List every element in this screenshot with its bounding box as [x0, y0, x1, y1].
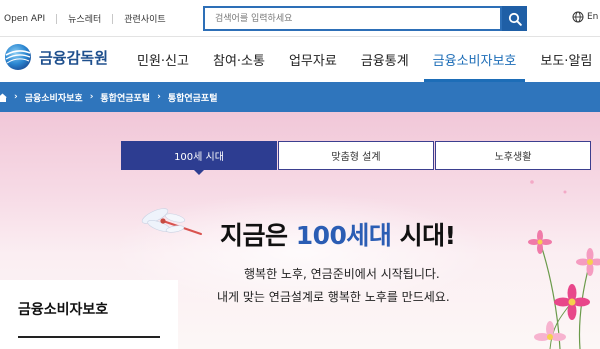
chevron-right-icon: › — [14, 92, 18, 102]
globe-icon — [572, 11, 584, 23]
utility-bar: Open API 뉴스레터 관련사이트 En — [0, 0, 600, 37]
dragonfly-icon — [141, 208, 202, 235]
nav-item-work-data[interactable]: 업무자료 — [280, 37, 346, 82]
sidebar-title: 금융소비자보호 — [18, 302, 109, 318]
nav-item-press[interactable]: 보도·알림 — [531, 37, 600, 82]
nav-item-complaints[interactable]: 민원·신고 — [128, 37, 198, 82]
search-box — [203, 6, 502, 31]
breadcrumb-bar: › 금융소비자보호 › 통합연금포털 › 통합연금포털 — [0, 82, 600, 112]
nav-item-participation[interactable]: 참여·소통 — [204, 37, 274, 82]
open-api-link[interactable]: Open API — [4, 14, 56, 24]
home-link[interactable] — [0, 93, 7, 102]
search-button[interactable] — [502, 6, 527, 31]
chevron-right-icon: › — [157, 92, 161, 102]
language-label: En — [587, 12, 599, 22]
hero-headline: 지금은 100세대 시대! — [220, 216, 456, 252]
site-header: 금융감독원 민원·신고 참여·소통 업무자료 금융통계 금융소비자보호 보도·알… — [0, 37, 600, 82]
sidebar-title-underline — [18, 336, 160, 338]
hero-subtitle-line2: 내게 맞는 연금설계로 행복한 노후를 만드세요. — [217, 290, 450, 304]
tab-custom-design[interactable]: 맞춤형 설계 — [278, 141, 434, 170]
chevron-right-icon: › — [89, 92, 94, 102]
cosmos-flowers-icon — [528, 180, 600, 349]
tab-100-years[interactable]: 100세 시대 — [121, 141, 277, 175]
hero-banner: 100세 시대 맞춤형 설계 노후생활 지금은 100세대 시대! 행복한 노후… — [0, 112, 600, 349]
language-selector[interactable]: En — [572, 11, 598, 23]
hero-subtitle-line1: 행복한 노후, 연금준비에서 시작됩니다. — [244, 267, 440, 281]
fss-logo-icon — [5, 44, 31, 70]
headline-post: 시대! — [391, 221, 456, 250]
newsletter-link[interactable]: 뉴스레터 — [57, 12, 112, 25]
utility-links: Open API 뉴스레터 관련사이트 — [4, 12, 177, 25]
site-logo[interactable]: 금융감독원 — [3, 42, 108, 72]
nav-item-consumer-protection[interactable]: 금융소비자보호 — [423, 37, 526, 82]
breadcrumb: › 금융소비자보호 › 통합연금포털 › 통합연금포털 — [0, 82, 218, 112]
headline-pre: 지금은 — [220, 221, 296, 250]
logo-text: 금융감독원 — [39, 48, 109, 67]
breadcrumb-item[interactable]: 금융소비자보호 — [25, 91, 83, 104]
search-icon — [508, 12, 522, 26]
main-nav: 민원·신고 참여·소통 업무자료 금융통계 금융소비자보호 보도·알림 — [128, 37, 600, 82]
sidebar-card: 금융소비자보호 — [0, 280, 178, 349]
home-icon — [0, 93, 7, 102]
breadcrumb-item[interactable]: 통합연금포털 — [168, 91, 218, 104]
search-input[interactable] — [205, 8, 500, 29]
breadcrumb-item[interactable]: 통합연금포털 — [100, 91, 150, 104]
headline-highlight: 100세대 — [295, 221, 392, 250]
nav-item-statistics[interactable]: 금융통계 — [352, 37, 418, 82]
related-sites-link[interactable]: 관련사이트 — [113, 12, 176, 25]
